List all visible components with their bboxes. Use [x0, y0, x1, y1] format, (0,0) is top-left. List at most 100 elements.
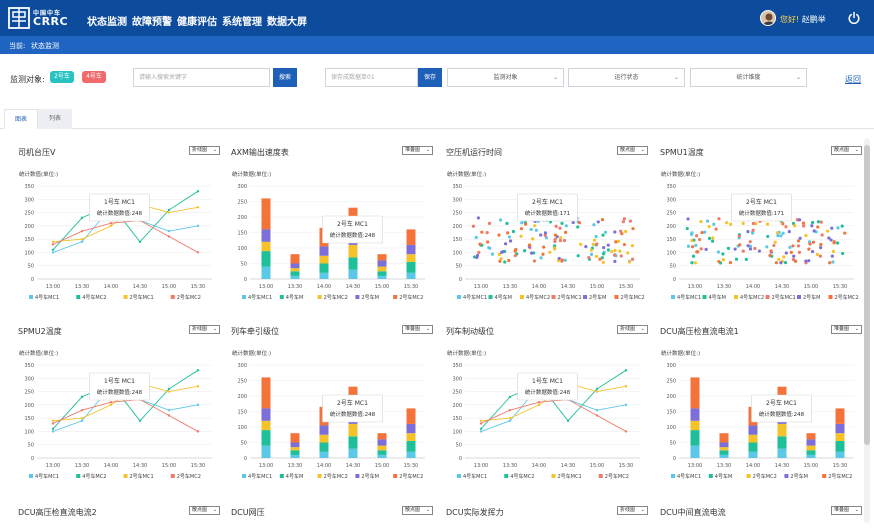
menu-item-data-screen[interactable]: 数据大屏	[267, 13, 307, 28]
bar-segment	[261, 229, 271, 242]
menu-item-health-assessment[interactable]: 健康评估	[177, 13, 217, 28]
line-point	[595, 390, 599, 393]
scatter-point	[784, 251, 788, 255]
chart-tooltip: 1号车 MC1 统计数据数值:248	[89, 193, 150, 222]
scatter-point	[746, 229, 750, 234]
power-icon[interactable]	[847, 11, 861, 25]
tab-chart[interactable]: 图表	[4, 109, 38, 129]
scatter-point	[787, 229, 791, 234]
scatter-point	[826, 229, 830, 233]
chart-title: 空压机运行时间	[446, 148, 502, 157]
scatter-point	[792, 254, 796, 258]
chart-type-dropdown[interactable]: 堆叠图 ⌄	[831, 325, 862, 334]
bar-segment	[777, 448, 787, 458]
bar-segment	[748, 425, 758, 435]
scatter-point	[539, 256, 543, 260]
bar-segment	[290, 275, 300, 279]
scatter-point	[777, 257, 781, 261]
breadcrumb-current[interactable]: 状态监测	[31, 41, 59, 51]
line-point	[624, 430, 628, 433]
chart-type-dropdown[interactable]: 堆叠图 ⌄	[402, 325, 433, 334]
chart-type-dropdown[interactable]: 折线图 ⌄	[617, 325, 648, 334]
tooltip-value: 统计数据数值:248	[525, 388, 571, 396]
bar-segment	[377, 450, 387, 455]
tag-car-4[interactable]: 4号车	[82, 71, 106, 83]
scatter-point	[558, 226, 562, 230]
scatter-point	[815, 252, 820, 257]
bar-segment	[261, 198, 271, 230]
x-tick-label: 14:00	[746, 463, 760, 469]
legend-label: 4号车MC2	[510, 473, 534, 480]
chart-tooltip: 2号车 MC1 统计数据数值:171	[517, 193, 578, 222]
scatter-point	[613, 259, 617, 264]
tab-list[interactable]: 列表	[38, 109, 72, 129]
chart-type-dropdown[interactable]: 折线图 ⌄	[189, 325, 220, 334]
back-link[interactable]: 返回	[845, 74, 861, 85]
tooltip-value: 统计数据数值:248	[97, 388, 143, 396]
run-status-select[interactable]: 运行状态 ⌄	[568, 68, 685, 87]
chart-type-dropdown[interactable]: 散点图 ⌄	[831, 146, 862, 155]
chart-type-dropdown[interactable]: 散点图 ⌄	[189, 506, 220, 515]
avatar[interactable]	[760, 10, 776, 26]
menu-item-status-monitoring[interactable]: 状态监测	[87, 13, 127, 28]
bar-segment	[319, 434, 329, 443]
y-tick-label: 50	[28, 443, 34, 449]
stat-dimension-select[interactable]: 统计维度 ⌄	[690, 68, 807, 87]
chart-tooltip: 2号车 MC1 统计数据数值:248	[751, 394, 812, 423]
scatter-point	[513, 249, 517, 253]
save-name-input[interactable]: 保存成数据单01	[325, 68, 418, 87]
scatter-point	[541, 252, 545, 256]
scatter-point	[707, 225, 711, 229]
menu-item-fault-warning[interactable]: 故障预警	[132, 13, 172, 28]
monitor-target-select[interactable]: 监测对象 ⌄	[447, 68, 564, 87]
scatter-point	[584, 245, 588, 249]
chart-tooltip: 2号车 MC1 统计数据数值:248	[322, 215, 383, 244]
chart-type-dropdown[interactable]: 堆叠图 ⌄	[402, 146, 433, 155]
menu-item-system-management[interactable]: 系统管理	[222, 13, 262, 28]
chart-type-dropdown[interactable]: 散点图 ⌄	[402, 506, 433, 515]
scatter-point	[804, 259, 808, 263]
legend-label: 2号车MC2	[621, 294, 645, 301]
scatter-point	[807, 259, 811, 263]
scatter-point	[596, 220, 600, 224]
chart-type-dropdown[interactable]: 堆叠图 ⌄	[831, 506, 862, 515]
tag-car-2[interactable]: 2号车	[50, 71, 74, 83]
scatter-point	[628, 219, 632, 223]
scatter-point	[606, 243, 610, 247]
legend-label: 4号车M	[495, 294, 513, 301]
y-tick-label: 200	[237, 394, 247, 400]
chart-title: DCU中间直流电流	[660, 508, 726, 517]
bar-segment	[261, 251, 271, 267]
search-button[interactable]: 搜索	[273, 68, 297, 87]
scrollbar-thumb[interactable]	[864, 145, 870, 445]
legend-label: 2号车M	[361, 294, 379, 301]
save-button[interactable]: 保存	[418, 68, 442, 87]
scatter-point	[694, 243, 698, 247]
chart-type-dropdown[interactable]: 折线图 ⌄	[189, 146, 220, 155]
scatter-point	[523, 249, 527, 253]
legend-swatch	[598, 474, 603, 478]
legend-swatch	[393, 295, 398, 299]
y-tick-label: 350	[452, 363, 462, 369]
search-input[interactable]: 请输入搜索关键字	[133, 68, 270, 87]
scatter-point	[772, 243, 776, 248]
scatter-point	[816, 225, 820, 229]
x-tick-label: 15:00	[375, 463, 389, 469]
scatter-point	[506, 231, 510, 235]
user-greeting[interactable]: 您好! 赵鹏举	[780, 14, 826, 25]
line-point	[51, 419, 55, 422]
chart-type-dropdown[interactable]: 散点图 ⌄	[617, 146, 648, 155]
scatter-point	[601, 260, 605, 264]
x-tick-label: 13:00	[474, 284, 488, 290]
line-point	[196, 369, 200, 372]
legend-swatch	[242, 474, 246, 478]
chart-type-dropdown[interactable]: 折线图 ⌄	[617, 506, 648, 515]
legend-swatch	[488, 295, 493, 299]
bar-segment	[406, 423, 416, 434]
legend-label: 4号车M	[286, 473, 304, 480]
line-point	[167, 211, 171, 214]
scatter-point	[527, 243, 532, 247]
legend-swatch	[76, 295, 81, 299]
legend-swatch	[708, 474, 713, 478]
chevron-down-icon: ⌄	[212, 326, 217, 332]
